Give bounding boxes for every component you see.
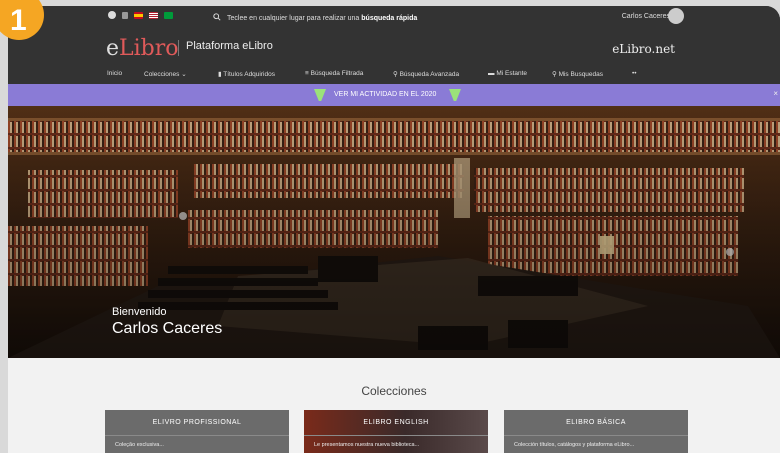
avatar[interactable] xyxy=(668,8,684,24)
collection-card-desc: Colección títulos, catálogos y plataform… xyxy=(514,442,635,448)
book-icon: ▮ xyxy=(218,71,222,78)
search-icon: ⚲ xyxy=(552,71,557,78)
search-icon xyxy=(213,13,221,23)
search-hint: Teclee en cualquier lugar para realizar … xyxy=(227,14,418,22)
step-number: 1 xyxy=(10,4,27,37)
activity-banner[interactable]: VER MI ACTIVIDAD EN EL 2020 × xyxy=(8,84,780,106)
filter-icon: ≡ xyxy=(305,70,309,77)
platform-title: Plataforma eLibro xyxy=(186,40,273,52)
collection-card-title: ELIVRO PROFISSIONAL xyxy=(105,410,289,436)
notification-icon[interactable] xyxy=(108,11,116,19)
hero-banner: Bienvenido Carlos Caceres xyxy=(8,106,780,358)
search-icon: ⚲ xyxy=(393,71,398,78)
top-icons xyxy=(108,11,173,19)
flag-usa-icon[interactable] xyxy=(149,11,158,19)
flag-spain-icon[interactable] xyxy=(134,11,143,19)
collection-card-title: ELIBRO BÁSICA xyxy=(504,410,688,436)
nav-busqueda-avanzada[interactable]: ⚲ Búsqueda Avanzada xyxy=(393,70,459,78)
collection-card[interactable]: ELIBRO ENGLISH Le presentamos nuestra nu… xyxy=(304,410,488,453)
welcome-user-name: Carlos Caceres xyxy=(112,320,223,337)
activity-label: VER MI ACTIVIDAD EN EL 2020 xyxy=(334,91,437,98)
nav-more[interactable]: •• xyxy=(632,70,637,77)
nav-inicio[interactable]: Inicio xyxy=(107,70,122,77)
brand-divider xyxy=(178,40,179,56)
collection-card-title: ELIBRO ENGLISH xyxy=(304,410,488,436)
top-bar: Teclee en cualquier lugar para realizar … xyxy=(8,6,780,28)
nav-titulos-adquiridos[interactable]: ▮ Títulos Adquiridos xyxy=(218,70,275,78)
quick-search[interactable]: Teclee en cualquier lugar para realizar … xyxy=(213,13,417,23)
chevron-down-icon: ⌄ xyxy=(181,71,187,78)
gem-icon xyxy=(314,89,326,101)
nav-busqueda-filtrada[interactable]: ≡ Búsqueda Filtrada xyxy=(305,70,363,77)
link-icon[interactable] xyxy=(122,11,128,19)
nav-mi-estante[interactable]: ▬ Mi Estante xyxy=(488,70,527,77)
close-icon[interactable]: × xyxy=(773,89,778,98)
gem-icon xyxy=(449,89,461,101)
shelf-icon: ▬ xyxy=(488,70,495,77)
collections-title: Colecciones xyxy=(361,384,427,398)
collection-card[interactable]: ELIVRO PROFISSIONAL Coleção exclusiva... xyxy=(105,410,289,453)
app-window: Teclee en cualquier lugar para realizar … xyxy=(8,6,780,453)
elibro-net-logo[interactable]: eLibro.net xyxy=(612,42,675,56)
collection-card[interactable]: ELIBRO BÁSICA Colección títulos, catálog… xyxy=(504,410,688,453)
flag-brazil-icon[interactable] xyxy=(164,11,173,19)
collections-section: Colecciones ELIVRO PROFISSIONAL Coleção … xyxy=(8,358,780,453)
user-name[interactable]: Carlos Caceres xyxy=(622,13,670,20)
collection-card-desc: Coleção exclusiva... xyxy=(115,442,164,448)
elibro-logo[interactable]: eLibro xyxy=(106,36,179,61)
main-nav: Inicio Colecciones ⌄ ▮ Títulos Adquirido… xyxy=(8,66,780,84)
nav-colecciones[interactable]: Colecciones ⌄ xyxy=(144,70,187,78)
collection-card-desc: Le presentamos nuestra nueva biblioteca.… xyxy=(314,442,420,448)
brand-bar: eLibro Plataforma eLibro eLibro.net xyxy=(8,28,780,66)
nav-mis-busquedas[interactable]: ⚲ Mis Busquedas xyxy=(552,70,603,78)
welcome-label: Bienvenido xyxy=(112,306,167,318)
